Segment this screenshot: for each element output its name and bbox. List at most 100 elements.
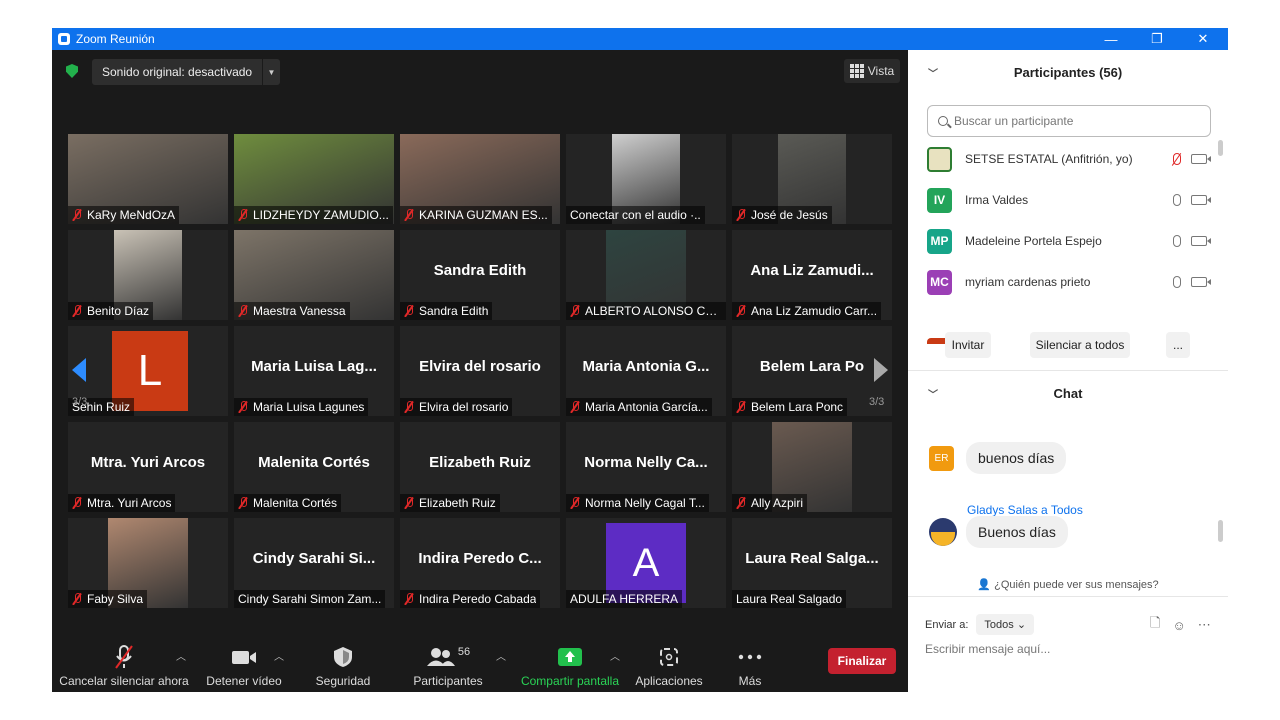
participant-display-name: Elizabeth Ruiz xyxy=(429,454,531,471)
restore-button[interactable]: ❐ xyxy=(1134,28,1180,50)
send-to-row: Enviar a: Todos ⌄ xyxy=(925,614,1035,635)
participant-avatar: IV xyxy=(927,187,952,213)
security-button[interactable]: Seguridad xyxy=(306,644,380,688)
participant-tile[interactable]: José de Jesús xyxy=(732,134,892,224)
send-to-label: Enviar a: xyxy=(925,618,969,631)
microphone-muted-icon xyxy=(1173,153,1181,165)
search-placeholder: Buscar un participante xyxy=(954,114,1074,128)
participant-tile[interactable]: Faby Silva xyxy=(68,518,228,608)
participant-tile[interactable]: A ADULFA HERRERA xyxy=(566,518,726,608)
participant-display-name: Maria Luisa Lag... xyxy=(251,358,377,375)
page-indicator-right: 3/3 xyxy=(869,396,885,408)
participant-row[interactable]: SETSE ESTATAL (Anfitrión, yo) xyxy=(927,146,1211,172)
video-camera-icon xyxy=(1191,236,1211,246)
participants-more-button[interactable]: ... xyxy=(1166,332,1190,358)
participant-tile[interactable]: Elizabeth Ruiz Elizabeth Ruiz xyxy=(400,422,560,512)
microphone-muted-icon xyxy=(72,593,82,605)
participant-tile[interactable]: Sandra Edith Sandra Edith xyxy=(400,230,560,320)
participant-tile[interactable]: KaRy MeNdOzA xyxy=(68,134,228,224)
apps-button[interactable]: Aplicaciones xyxy=(632,644,706,688)
participant-tile[interactable]: KARINA GUZMAN ES... xyxy=(400,134,560,224)
audio-options-caret-icon[interactable]: ︿ xyxy=(176,648,186,663)
participant-tile[interactable]: Ana Liz Zamudi... Ana Liz Zamudio Carr... xyxy=(732,230,892,320)
share-options-caret-icon[interactable]: ︿ xyxy=(610,648,620,663)
participants-title: Participantes (56) xyxy=(1013,64,1123,80)
chat-sender: Gladys Salas a Todos xyxy=(967,503,1083,517)
chat-message-input[interactable]: Escribir mensaje aquí... xyxy=(925,642,1050,656)
participant-name: Mtra. Yuri Arcos xyxy=(87,496,172,510)
participant-tile[interactable]: Elvira del rosario Elvira del rosario xyxy=(400,326,560,416)
participant-row-name: SETSE ESTATAL (Anfitrión, yo) xyxy=(965,152,1133,166)
zoom-logo-icon xyxy=(58,33,70,45)
participant-tile[interactable]: Malenita Cortés Malenita Cortés xyxy=(234,422,394,512)
participant-tile[interactable]: Maria Antonia G... Maria Antonia García..… xyxy=(566,326,726,416)
participant-name: Conectar con el audio ·.. xyxy=(570,208,701,222)
participant-name-label: Ally Azpiri xyxy=(732,494,808,512)
microphone-muted-icon xyxy=(238,305,248,317)
chat-more-icon[interactable]: ⋯ xyxy=(1198,617,1211,633)
invite-button[interactable]: Invitar xyxy=(945,332,991,358)
emoji-icon[interactable]: ☺ xyxy=(1172,618,1185,633)
original-sound-label: Sonido original: desactivado xyxy=(102,65,253,79)
end-meeting-button[interactable]: Finalizar xyxy=(828,648,896,674)
original-sound-button[interactable]: Sonido original: desactivado ▼ xyxy=(92,59,280,85)
participant-name-label: Malenita Cortés xyxy=(234,494,342,512)
participant-status-icons xyxy=(1173,153,1211,165)
file-icon[interactable]: 🗋 xyxy=(1150,614,1160,636)
participant-tile[interactable]: L Sehin Ruiz xyxy=(68,326,228,416)
participant-tile[interactable]: Norma Nelly Ca... Norma Nelly Cagal T... xyxy=(566,422,726,512)
participant-tile[interactable]: Laura Real Salga... Laura Real Salgado xyxy=(732,518,892,608)
unmute-button[interactable]: Cancelar silenciar ahora xyxy=(59,644,189,688)
participant-tile[interactable]: Maria Luisa Lag... Maria Luisa Lagunes xyxy=(234,326,394,416)
participant-tile[interactable]: Benito Díaz xyxy=(68,230,228,320)
encryption-shield-icon[interactable] xyxy=(66,64,78,78)
minimize-button[interactable]: — xyxy=(1088,28,1134,50)
share-screen-button[interactable]: Compartir pantalla xyxy=(518,644,622,688)
participant-name-label: Norma Nelly Cagal T... xyxy=(566,494,709,512)
chevron-down-icon[interactable]: ▼ xyxy=(262,59,280,85)
collapse-participants-chevron-icon[interactable]: ﹀ xyxy=(928,65,938,80)
participant-tile[interactable]: Conectar con el audio ·.. xyxy=(566,134,726,224)
participant-search-input[interactable]: Buscar un participante xyxy=(927,105,1211,137)
participant-tile[interactable]: Maestra Vanessa xyxy=(234,230,394,320)
participant-row[interactable]: IV Irma Valdes xyxy=(927,187,1211,213)
participant-name: LIDZHEYDY ZAMUDIO... xyxy=(253,208,389,222)
participant-name: Ally Azpiri xyxy=(751,496,804,510)
apps-icon xyxy=(658,644,680,670)
participant-tile[interactable]: Belem Lara Po Belem Lara Ponc xyxy=(732,326,892,416)
view-button[interactable]: Vista xyxy=(844,59,900,83)
close-button[interactable]: ✕ xyxy=(1180,28,1226,50)
meeting-toolbar: Cancelar silenciar ahora ︿ Detener vídeo… xyxy=(52,634,908,692)
chat-title: Chat xyxy=(1053,385,1083,401)
participants-button[interactable]: 56 Participantes xyxy=(408,644,488,688)
participant-row[interactable]: MC myriam cardenas prieto xyxy=(927,269,1211,295)
participant-row[interactable]: MP Madeleine Portela Espejo xyxy=(927,228,1211,254)
participants-scrollbar[interactable] xyxy=(1218,140,1223,156)
chat-scrollbar[interactable] xyxy=(1218,520,1223,542)
participant-name-label: Maestra Vanessa xyxy=(234,302,350,320)
participant-tile[interactable]: Mtra. Yuri Arcos Mtra. Yuri Arcos xyxy=(68,422,228,512)
more-button[interactable]: Más xyxy=(726,644,774,688)
send-to-dropdown[interactable]: Todos ⌄ xyxy=(976,614,1035,635)
participant-tile[interactable]: Indira Peredo C... Indira Peredo Cabada xyxy=(400,518,560,608)
participants-label: Participantes xyxy=(413,674,483,688)
microphone-muted-icon xyxy=(238,497,248,509)
microphone-muted-icon xyxy=(570,305,580,317)
chat-header: ﹀ Chat xyxy=(908,378,1228,408)
participant-tile[interactable]: Ally Azpiri xyxy=(732,422,892,512)
view-label: Vista xyxy=(867,64,895,78)
participant-tile[interactable]: LIDZHEYDY ZAMUDIO... xyxy=(234,134,394,224)
participant-name: Malenita Cortés xyxy=(253,496,338,510)
who-can-see-messages-link[interactable]: 👤 ¿Quién puede ver sus mensajes? xyxy=(908,578,1228,591)
video-options-caret-icon[interactable]: ︿ xyxy=(274,648,284,663)
participant-name: Elizabeth Ruiz xyxy=(419,496,496,510)
collapse-chat-chevron-icon[interactable]: ﹀ xyxy=(928,386,938,401)
participant-tile[interactable]: Cindy Sarahi Si... Cindy Sarahi Simon Zam… xyxy=(234,518,394,608)
participant-tile[interactable]: ALBERTO ALONSO CE... xyxy=(566,230,726,320)
previous-page-arrow-icon[interactable] xyxy=(70,356,88,384)
participants-options-caret-icon[interactable]: ︿ xyxy=(496,648,506,663)
participant-name-label: Mtra. Yuri Arcos xyxy=(68,494,176,512)
participant-display-name: Mtra. Yuri Arcos xyxy=(90,454,206,471)
mute-all-button[interactable]: Silenciar a todos xyxy=(1030,332,1130,358)
next-page-arrow-icon[interactable] xyxy=(872,356,890,384)
